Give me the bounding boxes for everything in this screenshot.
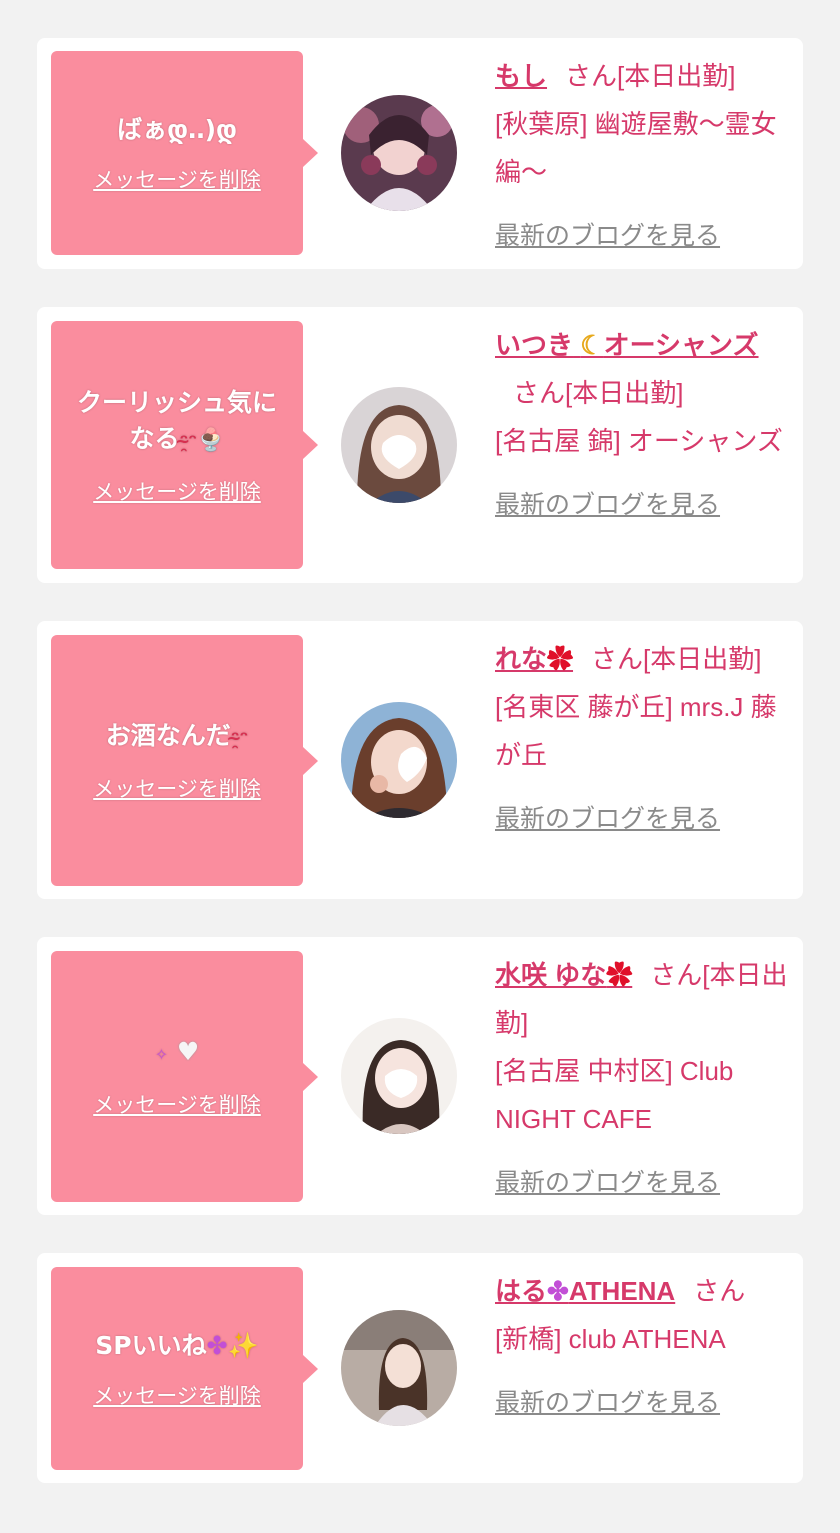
shop-label: [名古屋 錦] オーシャンズ <box>495 426 783 456</box>
delete-message-link[interactable]: メッセージを削除 <box>93 476 261 506</box>
delete-message-link[interactable]: メッセージを削除 <box>93 1380 261 1410</box>
message-card: クーリッシュ気になるᵔ̴̯ᵔ🍨 メッセージを削除 いつき ☾オーシャンズさん[本… <box>37 307 803 583</box>
cast-status: さん[本日出勤] <box>565 61 736 91</box>
steam-face-icon: ᵔ̴̯ᵔ <box>230 728 249 749</box>
delete-message-link[interactable]: メッセージを削除 <box>93 164 261 194</box>
shop-label: [名東区 藤が丘] mrs.J 藤が丘 <box>495 692 777 770</box>
shop-label: [秋葉原] 幽遊屋敷〜霊女編〜 <box>495 109 777 187</box>
delete-message-link[interactable]: メッセージを削除 <box>93 773 261 803</box>
cast-info: いつき ☾オーシャンズさん[本日出勤] [名古屋 錦] オーシャンズ 最新のブロ… <box>495 321 795 529</box>
cast-info: はる✤ATHENA さん [新橋] club ATHENA 最新のブログを見る <box>495 1267 795 1427</box>
message-card: お酒なんだᵔ̴̯ᵔ メッセージを削除 れな✿ さん[本日出勤] [名東区 藤が丘]… <box>37 621 803 899</box>
message-text: クーリッシュ気になるᵔ̴̯ᵔ🍨 <box>76 387 277 453</box>
shop-label: [新橋] club ATHENA <box>495 1324 726 1354</box>
message-card: SPいいね✤✨ メッセージを削除 はる✤ATHENA さん [新橋] club A… <box>37 1253 803 1483</box>
clover-icon: ✤ <box>206 1330 228 1360</box>
message-bubble: ✧ ♥ メッセージを削除 <box>51 951 318 1202</box>
ice-cream-icon: 🍨 <box>197 427 225 453</box>
moon-icon: ☾ <box>580 330 604 360</box>
avatar[interactable] <box>341 702 457 818</box>
latest-blog-link[interactable]: 最新のブログを見る <box>495 795 720 843</box>
message-text: SPいいね✤✨ <box>95 1330 259 1360</box>
cast-info: もし さん[本日出勤] [秋葉原] 幽遊屋敷〜霊女編〜 最新のブログを見る <box>495 52 795 260</box>
sparkle-icon: ✧ <box>154 1045 169 1064</box>
cast-status: さん <box>693 1276 746 1306</box>
cast-info: れな✿ さん[本日出勤] [名東区 藤が丘] mrs.J 藤が丘 最新のブログを見… <box>495 635 795 843</box>
latest-blog-link[interactable]: 最新のブログを見る <box>495 481 720 529</box>
flower-icon: ✿ <box>606 960 633 990</box>
cast-name-link[interactable]: 水咲 ゆな✿ <box>495 960 632 990</box>
clover-icon: ✤ <box>547 1276 569 1306</box>
message-bubble: SPいいね✤✨ メッセージを削除 <box>51 1267 318 1470</box>
message-card: ばぁდ‥)დ メッセージを削除 もし さん[本日出勤] [秋葉原] 幽遊屋敷〜霊女… <box>37 38 803 269</box>
delete-message-link[interactable]: メッセージを削除 <box>93 1089 261 1119</box>
cast-info: 水咲 ゆな✿ さん[本日出勤] [名古屋 中村区] Club NIGHT CAFE… <box>495 951 795 1207</box>
avatar[interactable] <box>341 1310 457 1426</box>
message-card: ✧ ♥ メッセージを削除 水咲 ゆな✿ さん[本日出勤] [名古屋 中村区] Cl… <box>37 937 803 1215</box>
latest-blog-link[interactable]: 最新のブログを見る <box>495 1159 720 1207</box>
avatar[interactable] <box>341 387 457 503</box>
message-bubble: クーリッシュ気になるᵔ̴̯ᵔ🍨 メッセージを削除 <box>51 321 318 569</box>
heart-icon: ♥ <box>176 1037 200 1066</box>
cast-status: さん[本日出勤] <box>513 378 684 408</box>
flower-icon: ✿ <box>547 644 574 674</box>
cast-name-link[interactable]: もし <box>495 61 547 91</box>
cast-name-link[interactable]: はる✤ATHENA <box>495 1276 675 1306</box>
latest-blog-link[interactable]: 最新のブログを見る <box>495 1379 720 1427</box>
cast-name-link[interactable]: れな✿ <box>495 644 573 674</box>
steam-face-icon: ᵔ̴̯ᵔ <box>179 430 198 452</box>
latest-blog-link[interactable]: 最新のブログを見る <box>495 212 720 260</box>
message-text: ✧ ♥ <box>155 1034 200 1073</box>
message-bubble: お酒なんだᵔ̴̯ᵔ メッセージを削除 <box>51 635 318 886</box>
message-bubble: ばぁდ‥)დ メッセージを削除 <box>51 51 318 255</box>
message-text: お酒なんだᵔ̴̯ᵔ <box>105 721 249 750</box>
cast-status: さん[本日出勤] <box>591 644 762 674</box>
message-text: ばぁდ‥)დ <box>117 115 237 144</box>
shop-label: [名古屋 中村区] Club NIGHT CAFE <box>495 1056 734 1134</box>
avatar[interactable] <box>341 95 457 211</box>
cast-name-link[interactable]: いつき ☾オーシャンズ <box>495 330 759 360</box>
avatar[interactable] <box>341 1018 457 1134</box>
sparkle-icon: ✨ <box>227 1330 259 1360</box>
